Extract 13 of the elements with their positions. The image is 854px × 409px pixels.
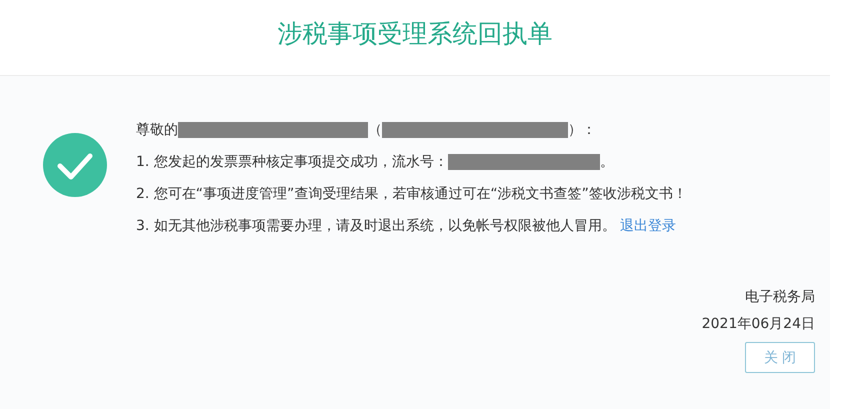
issuer-text: 电子税务局 [745,288,815,306]
check-icon [43,133,107,197]
close-button[interactable]: 关 闭 [745,342,815,373]
page-title: 涉税事项受理系统回执单 [278,18,552,50]
date-text: 2021年06月24日 [702,315,815,333]
message-text: 2. 您可在“事项进度管理”查询受理结果，若审核通过可在“涉税文书查签”签收涉税文书！ [136,185,687,203]
message-text: 。 [600,153,614,171]
message-text: ）： [568,121,596,139]
message-text: 3. 如无其他涉税事项需要办理，请及时退出系统，以免帐号权限被他人冒用。 [136,217,616,235]
message-text: 尊敬的 [136,121,178,139]
message-text: 1. 您发起的发票票种核定事项提交成功，流水号： [136,153,448,171]
message-text: （ [368,121,382,139]
logout-link[interactable]: 退出登录 [620,217,676,235]
